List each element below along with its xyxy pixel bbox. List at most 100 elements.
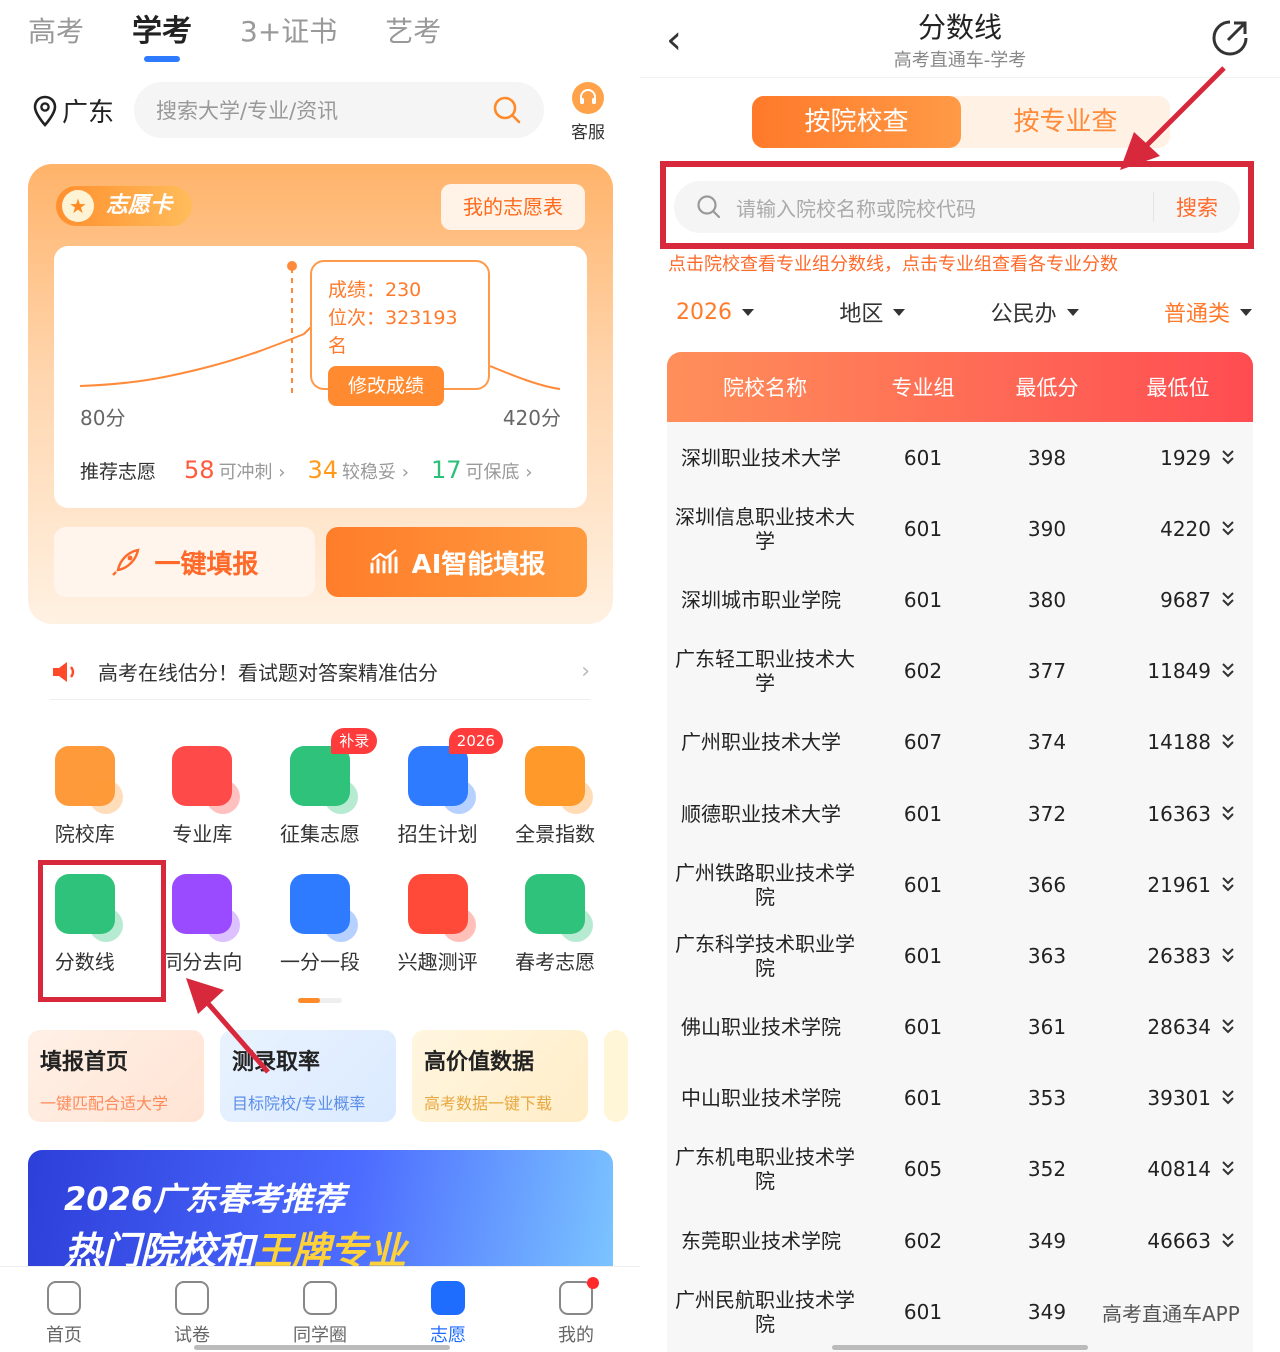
tab-exam-type[interactable]: 学考 bbox=[132, 10, 192, 62]
table-row[interactable]: 东莞职业技术学院 602 349 46663 bbox=[667, 1205, 1253, 1276]
grid-item[interactable]: 征集志愿 补录 bbox=[261, 728, 379, 864]
cell-school-name: 深圳职业技术大学 bbox=[681, 445, 841, 470]
caret-down-icon bbox=[742, 308, 754, 316]
table-row[interactable]: 广州职业技术大学 607 374 14188 bbox=[667, 707, 1253, 778]
notice-bar[interactable]: 高考在线估分！看试题对答案精准估分 › bbox=[50, 656, 590, 700]
search-button[interactable]: 搜索 bbox=[1153, 192, 1218, 222]
cell-school-name: 广东机电职业技术学院 bbox=[675, 1145, 855, 1194]
double-chevron-down-icon[interactable] bbox=[1221, 1017, 1235, 1037]
school-search-input[interactable]: 请输入院校名称或院校代码 搜索 bbox=[674, 181, 1240, 233]
filter-dropdown[interactable]: 公民办 bbox=[991, 296, 1079, 328]
filter-dropdown[interactable]: 普通类 bbox=[1164, 296, 1252, 328]
table-row[interactable]: 深圳城市职业学院 601 380 9687 bbox=[667, 564, 1253, 635]
cell-min-rank: 4220 bbox=[1111, 517, 1253, 541]
table-row[interactable]: 顺德职业技术大学 601 372 16363 bbox=[667, 778, 1253, 849]
double-chevron-down-icon[interactable] bbox=[1221, 1159, 1235, 1179]
nav-item[interactable]: 志愿 bbox=[384, 1267, 512, 1352]
filter-label: 2026 bbox=[676, 299, 732, 325]
grid-item[interactable]: 春考志愿 bbox=[496, 864, 614, 992]
double-chevron-down-icon[interactable] bbox=[1221, 732, 1235, 752]
double-chevron-down-icon[interactable] bbox=[1221, 590, 1235, 610]
rec-stable-text: 较稳妥 bbox=[342, 462, 397, 483]
score-value: 成绩：230 bbox=[328, 279, 422, 301]
feature-card-admission-rate[interactable]: 测录取率 目标院校/专业概率 bbox=[220, 1030, 396, 1122]
ai-fill-label: AI智能填报 bbox=[411, 549, 546, 580]
feature-card-title: 填报首页 bbox=[40, 1050, 129, 1075]
table-row[interactable]: 广东轻工职业技术大学 602 377 11849 bbox=[667, 636, 1253, 707]
exam-paper-icon bbox=[175, 1281, 209, 1315]
filter-dropdown[interactable]: 地区 bbox=[839, 296, 906, 328]
grid-item-label: 兴趣测评 bbox=[397, 950, 478, 974]
grid-item[interactable]: 兴趣测评 bbox=[379, 864, 497, 992]
cell-min-score: 349 bbox=[1027, 1299, 1067, 1324]
edit-score-button[interactable]: 修改成绩 bbox=[328, 366, 445, 406]
grid-item[interactable]: 一分一段 bbox=[261, 864, 379, 992]
location-pin-icon bbox=[33, 95, 57, 127]
share-icon[interactable] bbox=[1210, 18, 1250, 58]
profile-icon bbox=[559, 1277, 599, 1315]
double-chevron-down-icon[interactable] bbox=[1221, 519, 1235, 539]
table-row[interactable]: 中山职业技术学院 601 353 39301 bbox=[667, 1063, 1253, 1134]
double-chevron-down-icon[interactable] bbox=[1221, 804, 1235, 824]
feature-card-fill-home[interactable]: 填报首页 一键匹配合适大学 bbox=[28, 1030, 204, 1122]
highlight-box-score-line bbox=[38, 860, 166, 1002]
grid-item[interactable]: 专业库 bbox=[144, 736, 262, 864]
nav-item-label: 我的 bbox=[558, 1325, 594, 1346]
double-chevron-down-icon[interactable] bbox=[1221, 1088, 1235, 1108]
customer-service-button[interactable]: 客服 bbox=[566, 82, 610, 143]
tab-exam-type[interactable]: 3+证书 bbox=[240, 10, 337, 62]
nav-item[interactable]: 同学圈 bbox=[256, 1267, 384, 1352]
table-row[interactable]: 深圳信息职业技术大学 601 390 4220 bbox=[667, 493, 1253, 564]
search-placeholder: 搜索大学/专业/资讯 bbox=[156, 99, 339, 123]
graduation-cap-icon bbox=[431, 1281, 465, 1315]
table-row[interactable]: 深圳职业技术大学 601 398 1929 bbox=[667, 422, 1253, 493]
table-row[interactable]: 佛山职业技术学院 601 361 28634 bbox=[667, 992, 1253, 1063]
same-score-icon bbox=[172, 874, 241, 942]
double-chevron-down-icon[interactable] bbox=[1221, 875, 1235, 895]
location-selector[interactable]: 广东 bbox=[32, 92, 114, 129]
star-icon: ★ bbox=[62, 190, 94, 222]
double-chevron-down-icon[interactable] bbox=[1221, 946, 1235, 966]
nav-item[interactable]: 试卷 bbox=[128, 1267, 256, 1352]
feature-card-subtitle: 一键匹配合适大学 bbox=[40, 1094, 169, 1113]
rec-rush-link[interactable]: 58 可冲刺 › bbox=[184, 456, 285, 484]
double-chevron-down-icon[interactable] bbox=[1221, 448, 1235, 468]
promo-banner[interactable]: 2026广东春考推荐 热门院校和王牌专业 bbox=[28, 1150, 613, 1270]
grid-item[interactable]: 院校库 bbox=[26, 736, 144, 864]
rec-safe-link[interactable]: 17 可保底 › bbox=[431, 456, 532, 484]
table-row[interactable]: 广东机电职业技术学院 605 352 40814 bbox=[667, 1134, 1253, 1205]
cell-school-name: 深圳信息职业技术大学 bbox=[675, 504, 855, 553]
rec-stable-link[interactable]: 34 较稳妥 › bbox=[307, 456, 408, 484]
nav-item[interactable]: 我的 bbox=[512, 1267, 640, 1352]
tab-by-school[interactable]: 按院校查 bbox=[752, 96, 961, 148]
search-icon bbox=[697, 195, 721, 219]
caret-down-icon bbox=[893, 308, 906, 316]
cell-min-score: 377 bbox=[1027, 659, 1067, 684]
cell-min-rank: 40814 bbox=[1111, 1157, 1253, 1181]
double-chevron-down-icon[interactable] bbox=[1221, 1231, 1235, 1251]
one-click-fill-button[interactable]: 一键填报 bbox=[54, 527, 315, 597]
cell-school-name: 深圳城市职业学院 bbox=[681, 587, 841, 612]
cell-school-name: 顺德职业技术大学 bbox=[681, 801, 841, 826]
double-chevron-down-icon[interactable] bbox=[1221, 661, 1235, 681]
table-row[interactable]: 广州铁路职业技术学院 601 366 21961 bbox=[667, 849, 1253, 920]
grid-item-label: 一分一段 bbox=[279, 950, 360, 974]
search-input[interactable]: 搜索大学/专业/资讯 bbox=[134, 82, 544, 138]
tab-exam-type[interactable]: 高考 bbox=[28, 10, 84, 62]
score-table: 院校名称 专业组 最低分 最低位 深圳职业技术大学 601 398 1929 深圳信息职业技术… bbox=[667, 352, 1253, 1352]
tab-exam-type[interactable]: 艺考 bbox=[385, 10, 441, 62]
nav-item[interactable]: 首页 bbox=[0, 1267, 128, 1352]
axis-min-label: 80分 bbox=[80, 406, 126, 430]
axis-max-label: 420分 bbox=[502, 406, 561, 430]
grid-item[interactable]: 招生计划 2026 bbox=[379, 728, 503, 864]
filter-dropdown[interactable]: 2026 bbox=[676, 296, 754, 328]
grid-item[interactable]: 全景指数 bbox=[496, 736, 614, 864]
column-header: 最低分 bbox=[1015, 376, 1079, 400]
filter-label: 普通类 bbox=[1163, 302, 1230, 327]
feature-card-partial[interactable] bbox=[604, 1030, 628, 1122]
table-row[interactable]: 广东科学技术职业学院 601 363 26383 bbox=[667, 920, 1253, 991]
feature-card-high-value-data[interactable]: 高价值数据 高考数据一键下载 bbox=[412, 1030, 588, 1122]
ai-fill-button[interactable]: AI智能填报 bbox=[326, 527, 587, 597]
tab-by-major[interactable]: 按专业查 bbox=[961, 96, 1170, 148]
my-wish-table-button[interactable]: 我的志愿表 bbox=[441, 184, 585, 230]
